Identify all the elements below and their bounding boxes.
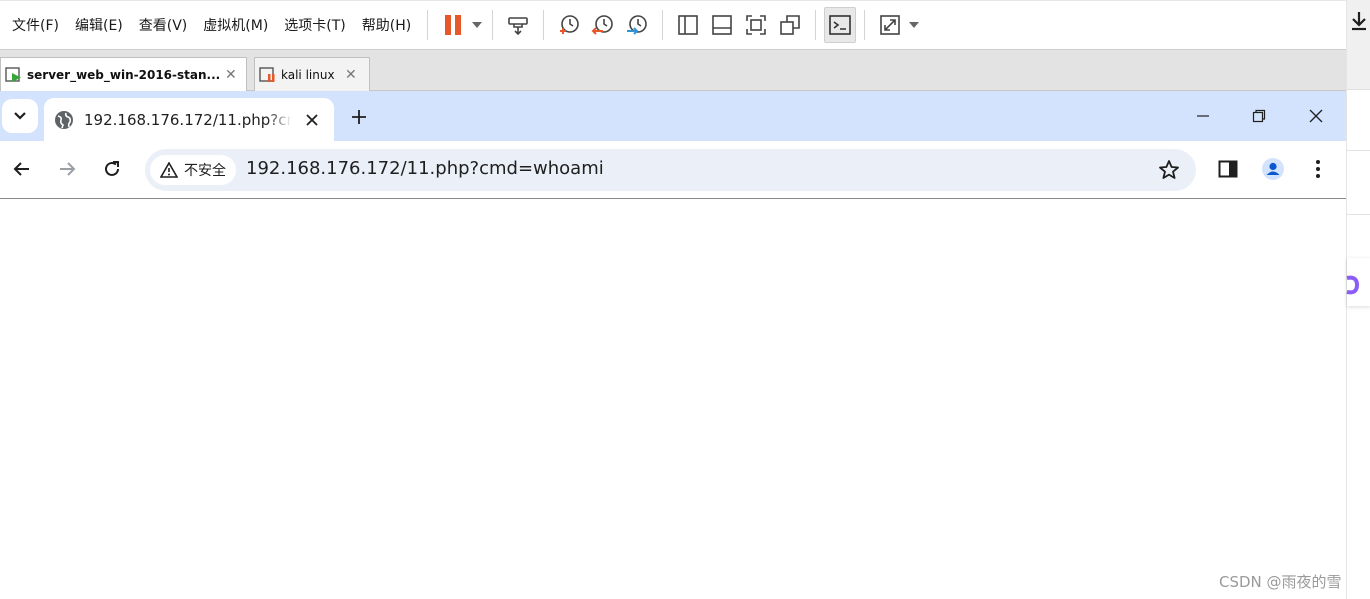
library-panel-icon (678, 15, 699, 35)
toolbar-separator (864, 10, 866, 40)
new-tab-button[interactable] (346, 104, 372, 130)
vm-tab-label: server_web_win-2016-stan... (27, 67, 219, 82)
snapshot-add-icon (560, 15, 580, 34)
power-dropdown[interactable] (470, 8, 484, 42)
download-area (1347, 0, 1370, 90)
back-button[interactable] (6, 153, 38, 185)
reload-button[interactable] (96, 153, 128, 185)
keyboard-send-icon (508, 17, 529, 36)
close-icon[interactable]: ✕ (345, 67, 357, 83)
address-bar[interactable]: 不安全 192.168.176.172/11.php?cmd=whoami (145, 149, 1196, 191)
browser-tab-strip: 192.168.176.172/11.php?cmd=whoami (0, 91, 1346, 141)
bookmark-star-icon[interactable] (1158, 159, 1180, 181)
unity-button[interactable] (773, 8, 807, 42)
snapshot-manager-button[interactable] (620, 8, 654, 42)
menu-file[interactable]: 文件(F) (4, 15, 67, 35)
thumbnail-bar-icon (712, 15, 733, 35)
vm-tab-label: kali linux (281, 67, 335, 82)
side-panel-icon (1218, 160, 1238, 178)
full-screen-icon (746, 15, 767, 35)
close-icon (306, 114, 318, 126)
snapshot-manager-icon (627, 15, 648, 35)
menu-button[interactable] (1302, 153, 1334, 185)
minimize-icon (1197, 115, 1209, 117)
stretch-guest-button[interactable] (873, 8, 907, 42)
arrow-right-icon (60, 162, 76, 176)
plus-icon (352, 110, 366, 124)
minimize-button[interactable] (1175, 91, 1231, 141)
stretch-icon (880, 15, 901, 35)
browser-toolbar: 不安全 192.168.176.172/11.php?cmd=whoami (0, 141, 1346, 199)
arrow-left-icon (13, 162, 29, 176)
console-view-button[interactable] (824, 7, 857, 43)
tab-search-button[interactable] (2, 99, 38, 133)
floating-widget[interactable] (1346, 258, 1370, 306)
profile-button[interactable] (1257, 153, 1289, 185)
toolbar-separator (427, 10, 429, 40)
close-icon[interactable]: ✕ (225, 67, 237, 83)
caret-down-icon (472, 22, 483, 28)
divider (1347, 214, 1370, 215)
vm-tab-server[interactable]: server_web_win-2016-stan... ✕ (0, 57, 247, 91)
show-library-button[interactable] (671, 8, 705, 42)
host-side-panel (1346, 0, 1370, 599)
restore-icon (1252, 109, 1266, 123)
download-icon[interactable] (1350, 10, 1368, 32)
security-chip[interactable]: 不安全 (150, 155, 236, 185)
restore-button[interactable] (1231, 91, 1287, 141)
vmware-menubar: 文件(F) 编辑(E) 查看(V) 虚拟机(M) 选项卡(T) 帮助(H) (0, 0, 1346, 50)
toolbar-separator (662, 10, 664, 40)
menu-help[interactable]: 帮助(H) (354, 15, 419, 35)
browser-tab-active[interactable]: 192.168.176.172/11.php?cmd=whoami (44, 98, 334, 141)
snapshot-revert-icon (591, 15, 614, 35)
toolbar-separator (815, 10, 817, 40)
close-icon (1309, 109, 1323, 123)
url-text[interactable]: 192.168.176.172/11.php?cmd=whoami (246, 158, 604, 179)
menu-view[interactable]: 查看(V) (131, 15, 196, 35)
unity-windows-icon (780, 15, 801, 35)
send-ctrl-alt-del-button[interactable] (501, 8, 535, 42)
warning-icon (160, 162, 178, 178)
menu-vm[interactable]: 虚拟机(M) (195, 15, 276, 35)
snapshot-take-button[interactable] (552, 8, 586, 42)
toolbar-separator (492, 10, 494, 40)
menu-tabs[interactable]: 选项卡(T) (276, 15, 353, 35)
more-vert-icon (1316, 160, 1320, 178)
reload-icon (105, 161, 119, 176)
vm-running-icon (5, 66, 21, 82)
menu-edit[interactable]: 编辑(E) (67, 15, 131, 35)
assistant-logo-icon (1346, 275, 1359, 295)
security-chip-label: 不安全 (184, 163, 226, 179)
vm-tab-bar: server_web_win-2016-stan... ✕ kali linux… (0, 50, 1346, 91)
full-screen-button[interactable] (739, 8, 773, 42)
stretch-dropdown[interactable] (907, 8, 921, 42)
close-window-button[interactable] (1288, 91, 1344, 141)
avatar-icon (1262, 158, 1284, 180)
watermark: CSDN @雨夜的雪 (1219, 573, 1342, 591)
vm-tab-kali[interactable]: kali linux ✕ (254, 57, 370, 91)
terminal-icon (829, 15, 852, 35)
toolbar-separator (543, 10, 545, 40)
show-thumbnail-bar-button[interactable] (705, 8, 739, 42)
forward-button[interactable] (51, 153, 83, 185)
caret-down-icon (909, 22, 920, 28)
divider (1347, 150, 1370, 151)
tab-title: 192.168.176.172/11.php?cmd=whoami (84, 110, 292, 129)
tab-close-button[interactable] (302, 110, 322, 130)
chevron-down-icon (14, 112, 26, 120)
vm-paused-icon (259, 66, 275, 82)
page-content[interactable] (0, 199, 1346, 599)
side-panel-button[interactable] (1212, 153, 1244, 185)
globe-icon (55, 110, 73, 129)
screen: 文件(F) 编辑(E) 查看(V) 虚拟机(M) 选项卡(T) 帮助(H) se… (0, 0, 1370, 599)
pause-button[interactable] (436, 8, 470, 42)
snapshot-revert-button[interactable] (586, 8, 620, 42)
pause-icon (445, 15, 462, 35)
